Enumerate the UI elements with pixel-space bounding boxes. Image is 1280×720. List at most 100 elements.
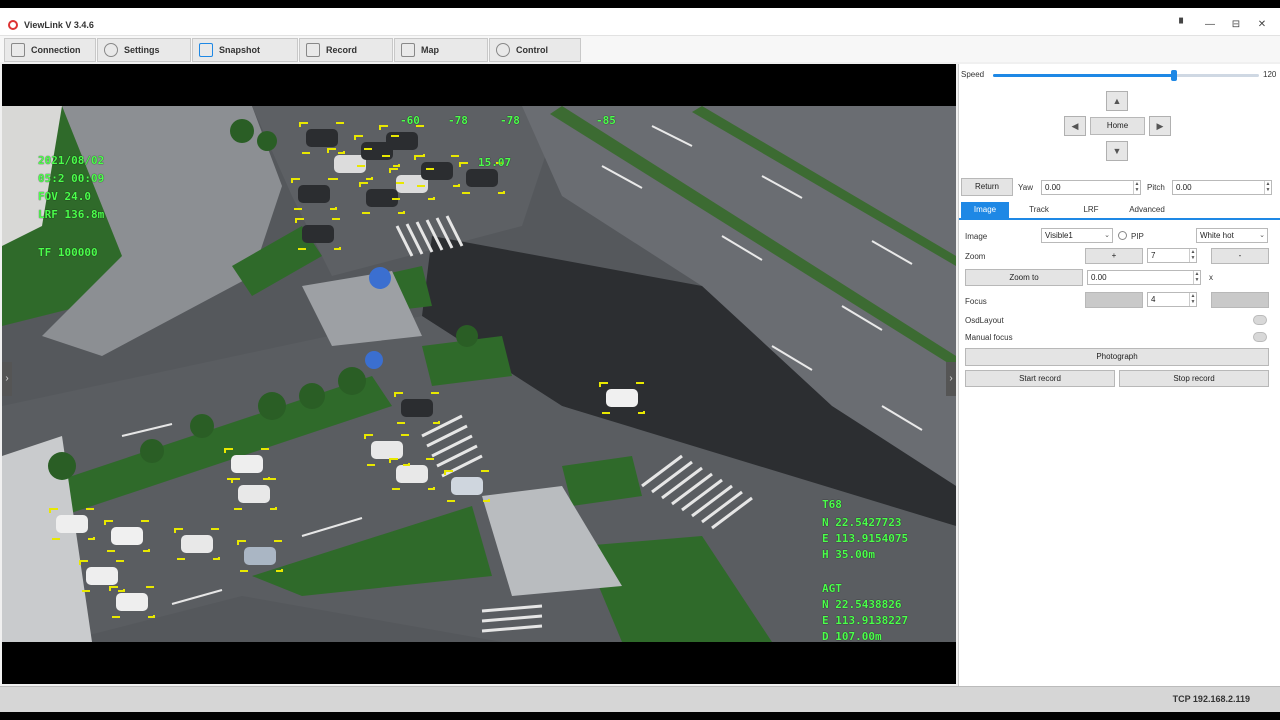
tab-settings[interactable]: Settings <box>97 38 191 62</box>
ptz-down-button[interactable]: ▼ <box>1106 141 1128 161</box>
chevron-down-icon: ⌄ <box>1104 232 1110 239</box>
zoom-value: 7 <box>1151 251 1156 260</box>
right-arrow-icon[interactable]: › <box>946 362 956 396</box>
camera-icon <box>199 43 213 57</box>
close-button[interactable]: ✕ <box>1254 18 1270 32</box>
minimize-button[interactable]: — <box>1202 18 1218 32</box>
vehicle <box>306 129 338 147</box>
zoom-spinner[interactable]: ▲ ▼ <box>1189 249 1196 262</box>
pin-button[interactable]: ▘ <box>1175 18 1191 32</box>
manual-focus-label: Manual focus <box>965 333 1013 342</box>
speed-slider-handle[interactable] <box>1170 70 1177 81</box>
pitch-input[interactable]: 0.00 ▲ ▼ <box>1172 180 1272 195</box>
vehicle <box>396 465 428 483</box>
osd-pitch: 15.07 <box>478 156 512 169</box>
yaw-value: 0.00 <box>1045 183 1061 192</box>
osd-date: 2021/08/02 <box>38 154 105 167</box>
vehicle <box>334 155 366 173</box>
speed-slider[interactable] <box>993 70 1259 81</box>
pitch-value: 0.00 <box>1176 183 1192 192</box>
vehicle <box>421 162 453 180</box>
image-label: Image <box>965 232 988 241</box>
subtab-advanced[interactable]: Advanced <box>1119 202 1175 218</box>
ptz-home-button[interactable]: Home <box>1090 117 1145 135</box>
tab-connection[interactable]: Connection <box>4 38 96 62</box>
pitch-spinner[interactable]: ▲ ▼ <box>1264 181 1271 194</box>
tab-control[interactable]: Control <box>489 38 581 62</box>
window-title: ViewLink V 3.4.6 <box>24 20 94 30</box>
focus-near-button[interactable] <box>1085 292 1143 308</box>
vehicle <box>386 132 418 150</box>
vehicle <box>244 547 276 565</box>
manual-focus-toggle[interactable] <box>1253 332 1267 342</box>
vehicle <box>181 535 213 553</box>
subtab-image[interactable]: Image <box>961 202 1009 218</box>
zoom-label: Zoom <box>965 252 986 261</box>
vehicle <box>56 515 88 533</box>
tab-record[interactable]: Record <box>299 38 393 62</box>
focus-spinner[interactable]: ▲ ▼ <box>1189 293 1196 306</box>
connection-status: TCP 192.168.2.119 <box>1172 694 1250 704</box>
gamepad-icon <box>496 43 510 57</box>
left-arrow-icon[interactable]: › <box>2 362 12 396</box>
pip-radio[interactable] <box>1118 231 1127 240</box>
yaw-spinner[interactable]: ▲ ▼ <box>1133 181 1140 194</box>
subtab-track[interactable]: Track <box>1015 202 1063 218</box>
control-panel: Speed 120 ▲ ◀ Home ▶ ▼ Return Yaw 0.00 ▲… <box>958 64 1280 694</box>
link-icon <box>11 43 25 57</box>
tab-label: Record <box>326 45 358 55</box>
vehicle <box>116 593 148 611</box>
osd-fov: FOV 24.0 <box>38 190 91 203</box>
palette-value: White hot <box>1200 231 1234 240</box>
speed-label: Speed <box>961 70 985 79</box>
osd-scale-1: -60 <box>400 114 420 127</box>
tab-label: Map <box>421 45 439 55</box>
palette-select[interactable]: White hot ⌄ <box>1196 228 1268 243</box>
tab-map[interactable]: Map <box>394 38 488 62</box>
vehicle <box>401 399 433 417</box>
restore-button[interactable]: ⊟ <box>1228 18 1244 32</box>
vehicle <box>86 567 118 585</box>
focus-label: Focus <box>965 297 987 306</box>
vehicle <box>111 527 143 545</box>
gear-icon <box>104 43 118 57</box>
zoom-to-unit: x <box>1209 273 1213 282</box>
ptz-left-button[interactable]: ◀ <box>1064 116 1086 136</box>
yaw-input[interactable]: 0.00 ▲ ▼ <box>1041 180 1141 195</box>
video-viewport[interactable]: › › 2021/08/02 05:2 00:09 FOV 24.0 LRF 1… <box>2 64 956 684</box>
tab-label: Snapshot <box>219 45 261 55</box>
subtab-lrf[interactable]: LRF <box>1067 202 1115 218</box>
stop-record-button[interactable]: Stop record <box>1119 370 1269 387</box>
osd-layout-toggle[interactable] <box>1253 315 1267 325</box>
pip-label: PIP <box>1131 232 1144 241</box>
zoom-in-button[interactable]: + <box>1085 248 1143 264</box>
tab-label: Control <box>516 45 548 55</box>
photograph-button[interactable]: Photograph <box>965 348 1269 366</box>
aerial-camera-feed <box>2 106 956 642</box>
tab-label: Connection <box>31 45 81 55</box>
ptz-up-button[interactable]: ▲ <box>1106 91 1128 111</box>
zoom-out-button[interactable]: - <box>1211 248 1269 264</box>
return-button[interactable]: Return <box>961 178 1013 196</box>
focus-far-button[interactable] <box>1211 292 1269 308</box>
zoom-to-input[interactable]: 0.00 ▲ ▼ <box>1087 270 1201 285</box>
zoom-input[interactable]: 7 ▲ ▼ <box>1147 248 1197 263</box>
osd-time: 05:2 00:09 <box>38 172 105 185</box>
osd-layout-label: OsdLayout <box>965 316 1004 325</box>
osd-scale-4: -85 <box>596 114 616 127</box>
ptz-right-button[interactable]: ▶ <box>1149 116 1171 136</box>
osd-target-lat: N 22.5427723 <box>822 516 902 529</box>
vehicle <box>238 485 270 503</box>
vehicle <box>231 455 263 473</box>
zoom-to-spinner[interactable]: ▲ ▼ <box>1193 271 1200 284</box>
image-source-select[interactable]: Visible1 ⌄ <box>1041 228 1113 243</box>
image-source-value: Visible1 <box>1045 231 1073 240</box>
osd-target-lon: E 113.9154075 <box>822 532 909 545</box>
zoom-to-button[interactable]: Zoom to <box>965 269 1083 286</box>
start-record-button[interactable]: Start record <box>965 370 1115 387</box>
tab-snapshot[interactable]: Snapshot <box>192 38 298 62</box>
title-bar: ViewLink V 3.4.6 ▘ — ⊟ ✕ <box>0 8 1280 36</box>
focus-input[interactable]: 4 ▲ ▼ <box>1147 292 1197 307</box>
yaw-label: Yaw <box>1018 183 1033 192</box>
osd-target-height: H 35.00m <box>822 548 875 561</box>
